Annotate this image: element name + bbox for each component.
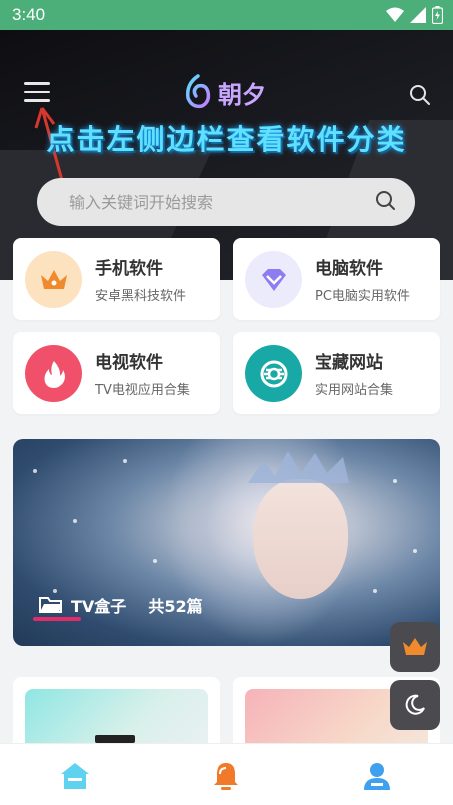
tiara-artwork <box>248 451 349 483</box>
moon-icon <box>405 694 425 715</box>
status-icons <box>386 6 443 24</box>
category-title: 宝藏网站 <box>315 353 383 373</box>
feature-count: 共52篇 <box>148 597 203 616</box>
flame-icon <box>25 345 82 402</box>
dark-mode-button[interactable] <box>390 680 440 730</box>
crown-icon <box>25 251 82 308</box>
search-bar[interactable] <box>37 178 415 226</box>
bell-icon <box>214 763 238 790</box>
user-icon <box>364 763 390 790</box>
category-card-mobile[interactable]: 手机软件 安卓黑科技软件 <box>13 238 220 320</box>
category-card-tv[interactable]: 电视软件 TV电视应用合集 <box>13 332 220 414</box>
diamond-icon <box>245 251 302 308</box>
wifi-icon <box>386 7 404 22</box>
nav-profile[interactable] <box>357 758 397 794</box>
crown-icon <box>403 638 427 655</box>
category-subtitle: 实用网站合集 <box>315 383 394 398</box>
category-subtitle: PC电脑实用软件 <box>315 289 410 304</box>
home-icon <box>61 763 89 789</box>
nav-notifications[interactable] <box>206 758 246 794</box>
banner-text: 点击左侧边栏查看软件分类 <box>46 123 407 156</box>
search-icon[interactable] <box>375 190 397 212</box>
globe-icon <box>245 345 302 402</box>
search-input[interactable] <box>69 178 369 226</box>
search-icon[interactable] <box>409 84 431 106</box>
logo-text: 朝夕 <box>218 79 266 109</box>
category-subtitle: TV电视应用合集 <box>95 383 190 398</box>
signal-icon <box>410 7 426 23</box>
feature-category[interactable]: TV盒子 <box>71 593 126 617</box>
status-bar: 3:40 <box>0 0 453 30</box>
logo-mark-icon <box>185 74 211 109</box>
app-logo: 朝夕 <box>182 72 266 112</box>
category-title: 电视软件 <box>95 353 163 373</box>
feature-underline <box>33 617 81 621</box>
category-title: 手机软件 <box>95 259 163 279</box>
category-card-pc[interactable]: 电脑软件 PC电脑实用软件 <box>233 238 440 320</box>
category-subtitle: 安卓黑科技软件 <box>95 289 187 304</box>
banner-artwork-face <box>253 479 348 599</box>
battery-icon <box>432 6 443 24</box>
category-title: 电脑软件 <box>315 259 383 279</box>
feature-label: TV盒子 共52篇 <box>39 593 203 617</box>
bottom-navigation <box>0 743 453 805</box>
nav-home[interactable] <box>55 758 95 794</box>
status-time: 3:40 <box>12 5 46 24</box>
vip-float-button[interactable] <box>390 622 440 672</box>
folder-icon <box>39 597 62 613</box>
category-card-websites[interactable]: 宝藏网站 实用网站合集 <box>233 332 440 414</box>
featured-banner[interactable]: TV盒子 共52篇 <box>13 439 440 646</box>
